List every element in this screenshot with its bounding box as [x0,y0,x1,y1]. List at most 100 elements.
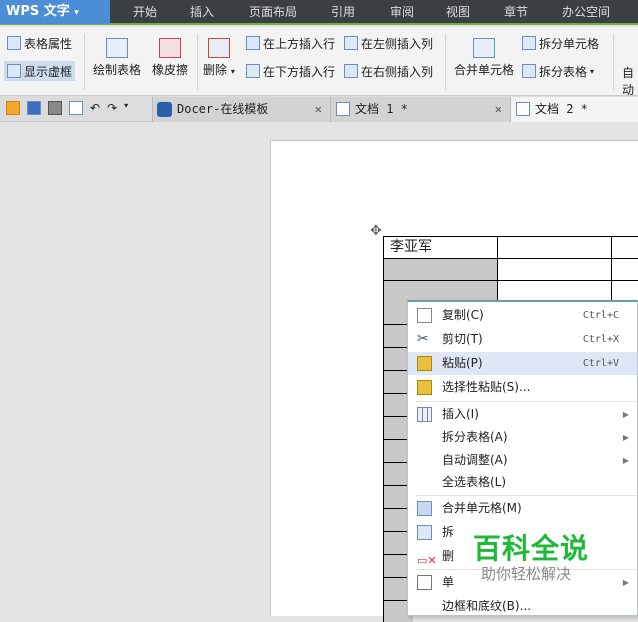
label: Docer-在线模板 [177,102,269,116]
submenu-arrow-icon: ▶ [622,456,629,465]
table-cell[interactable] [611,236,638,259]
label: 自动调整(A) [442,453,508,467]
delete-button[interactable]: 删除 ▾ [203,38,235,78]
tab-review[interactable]: 审阅 [390,0,414,24]
customize-dropdown-icon[interactable]: ▾ [124,101,128,115]
docer-icon [157,102,172,117]
table-move-handle-icon[interactable]: ✥ [370,223,382,239]
menu-item-select-table[interactable]: 全选表格(L) [408,471,637,494]
menu-item-copy[interactable]: 复制(C) Ctrl+C [408,304,637,327]
close-icon[interactable]: ✕ [495,97,502,122]
undo-icon[interactable]: ↶ [90,101,100,115]
draw-table-icon [106,38,128,58]
doc-tab-docer[interactable]: Docer-在线模板 ✕ [152,97,330,122]
paste-special-icon [417,380,432,395]
menu-item-insert[interactable]: 插入(I) ▶ [408,403,637,426]
open-icon[interactable] [6,101,20,115]
insert-col-right-button[interactable]: 在右侧插入列 [344,61,433,81]
submenu-arrow-icon: ▶ [622,433,629,442]
copy-icon [417,308,432,323]
table-properties-icon [7,36,21,50]
print-icon[interactable] [48,101,62,115]
label: 合并单元格(M) [442,501,522,515]
merge-cells-icon [473,38,495,58]
menu-item-cut[interactable]: ✂ 剪切(T) Ctrl+X [408,328,637,351]
label: 拆分单元格 [539,36,600,51]
split-cell-button[interactable]: 拆分单元格 [522,33,599,53]
label: 在左侧插入列 [361,36,434,51]
doc-tab-1[interactable]: 文档 1 * ✕ [330,97,510,122]
quick-access-toolbar: ↶ ↷ ▾ [6,101,128,115]
label: 拆 [442,525,455,539]
menu-item-split-table[interactable]: 拆分表格(A) ▶ [408,426,637,449]
divider [445,34,446,90]
merge-cells-icon [417,501,432,516]
label: 在上方插入行 [263,36,336,51]
table-cell[interactable]: 李亚军 [383,236,498,259]
menu-item-paste[interactable]: 粘贴(P) Ctrl+V [408,352,637,375]
divider [84,34,85,90]
label: 文档 2 * [535,102,588,116]
document-icon [336,102,350,116]
insert-row-above-button[interactable]: 在上方插入行 [246,33,335,53]
close-icon[interactable]: ✕ [315,97,322,122]
delete-cells-icon: ▭✕ [417,554,437,567]
table-properties-button[interactable]: 表格属性 [7,33,72,53]
paste-icon [417,356,432,371]
label: 删 [442,549,455,563]
tab-view[interactable]: 视图 [446,0,470,24]
show-grid-button[interactable]: 显示虚框 [4,61,76,81]
app-title: WPS 文字 [6,4,70,19]
split-table-icon [522,64,536,78]
label: 全选表格(L) [442,475,507,489]
divider [197,34,198,90]
wps-app-menu-button[interactable]: WPS 文字 ▾ [0,0,110,24]
label: 绘制表格 [93,63,142,77]
menu-item-auto-fit[interactable]: 自动调整(A) ▶ [408,449,637,472]
tab-references[interactable]: 引用 [331,0,355,24]
merge-cells-button[interactable]: 合并单元格 [454,38,514,78]
table-cell[interactable] [611,258,638,281]
label: 显示虚框 [24,64,73,79]
auto-fit-button[interactable]: 自动 [622,64,638,98]
watermark-title: 百科全说 [473,532,590,565]
label: 插入(I) [442,407,479,421]
divider [613,34,614,90]
menu-item-paste-special[interactable]: 选择性粘贴(S)... [408,376,637,399]
split-cell-icon [522,36,536,50]
label: 边框和底纹(B)... [442,599,532,613]
print-preview-icon[interactable] [69,101,83,115]
tab-chapter[interactable]: 章节 [504,0,528,24]
separator [416,495,636,496]
menu-item-merge-cells[interactable]: 合并单元格(M) [408,497,637,520]
tab-office-space[interactable]: 办公空间 [562,0,610,24]
table-cell[interactable] [497,258,612,281]
split-table-button[interactable]: 拆分表格 ▾ [522,61,594,81]
label: 粘贴(P) [442,356,483,370]
redo-icon[interactable]: ↷ [107,101,117,115]
document-icon [516,102,530,116]
label: 拆分表格 [539,64,588,79]
eraser-button[interactable]: 橡皮擦 [152,38,188,78]
insert-row-below-button[interactable]: 在下方插入行 [246,61,335,81]
tab-home[interactable]: 开始 [133,0,157,24]
insert-row-above-icon [246,36,260,50]
separator [416,401,636,402]
draw-table-button[interactable]: 绘制表格 [93,38,141,78]
table-cell[interactable] [497,236,612,259]
submenu-arrow-icon: ▶ [622,578,629,587]
insert-col-left-button[interactable]: 在左侧插入列 [344,33,433,53]
menu-item-borders-shading[interactable]: 边框和底纹(B)... [408,595,637,618]
label: 拆分表格(A) [442,430,508,444]
label: 文档 1 * [355,102,408,116]
tab-page-layout[interactable]: 页面布局 [249,0,297,24]
shortcut: Ctrl+C [582,310,619,321]
doc-tab-2-active[interactable]: 文档 2 * [510,97,638,122]
label: 剪切(T) [442,332,483,346]
tab-insert[interactable]: 插入 [190,0,214,24]
save-icon[interactable] [27,101,41,115]
table-cell-selected[interactable] [383,258,498,281]
insert-col-right-icon [344,64,358,78]
watermark-subtitle: 助你轻松解决 [481,565,572,583]
split-cells-icon [417,525,432,540]
